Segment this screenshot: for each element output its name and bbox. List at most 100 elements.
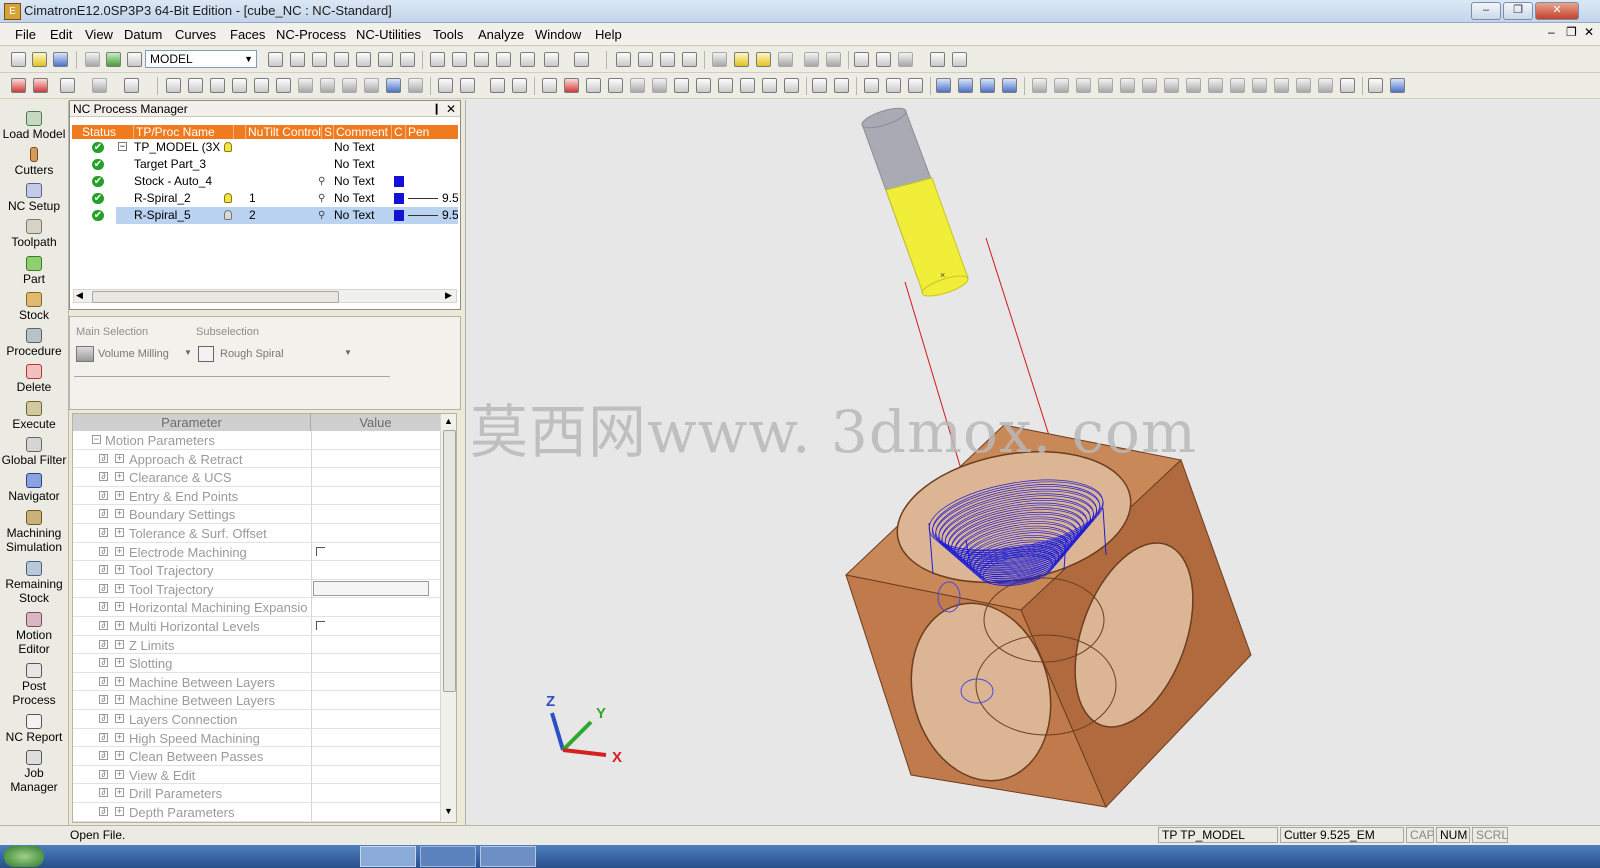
model-combo[interactable]: MODEL ▼ — [145, 50, 257, 68]
model-icon[interactable] — [127, 52, 142, 67]
minimize-button[interactable]: – — [1471, 2, 1501, 20]
view-bottom-icon[interactable] — [400, 52, 415, 67]
tree-row[interactable]: ✔ Stock - Auto_4 ⚲ No Text — [72, 173, 458, 190]
scroll-left-icon[interactable]: ◀ — [76, 290, 83, 301]
zoom-icon[interactable] — [474, 52, 489, 67]
annotate-icon[interactable] — [1390, 78, 1405, 93]
display-mode-icon[interactable] — [574, 52, 589, 67]
sidebar-item-job-manager[interactable]: Job Manager — [0, 750, 68, 794]
sketch-tool-11-icon[interactable] — [1252, 78, 1267, 93]
pin-icon[interactable]: ❙ — [432, 101, 441, 117]
scroll-down-icon[interactable]: ▼ — [444, 806, 453, 816]
solid-tool-12-icon[interactable] — [784, 78, 799, 93]
curve-tool-11-icon[interactable] — [386, 78, 401, 93]
parameter-checkbox[interactable] — [316, 621, 325, 630]
render-icon[interactable] — [520, 52, 535, 67]
restore-button[interactable]: ❐ — [1503, 2, 1533, 20]
parameter-row[interactable]: ∂ + Z Limits — [73, 635, 440, 655]
back-arrow-icon[interactable] — [804, 52, 819, 67]
parameter-row[interactable]: ∂ + Clearance & UCS — [73, 468, 440, 487]
column-header-nutilt[interactable]: NuTilt Control — [246, 125, 322, 139]
sketch-tool-15-icon[interactable] — [1340, 78, 1355, 93]
curve-tool-7-icon[interactable] — [298, 78, 313, 93]
solid-tool-6-icon[interactable] — [652, 78, 667, 93]
view-back-icon[interactable] — [378, 52, 393, 67]
expand-icon[interactable]: + — [115, 807, 124, 816]
parameter-row[interactable]: ∂ + Approach & Retract — [73, 449, 440, 469]
solid-tool-5-icon[interactable] — [630, 78, 645, 93]
solid-tool-10-icon[interactable] — [740, 78, 755, 93]
analysis-tool-2-icon[interactable] — [834, 78, 849, 93]
face-tool-1-icon[interactable] — [438, 78, 453, 93]
sidebar-item-post-process[interactable]: Post Process — [0, 663, 68, 707]
column-header-comment[interactable]: Comment — [334, 125, 392, 139]
snap-icon[interactable] — [898, 52, 913, 67]
sketch-tool-7-icon[interactable] — [1164, 78, 1179, 93]
tree-row[interactable]: ✔ − TP_MODEL (3X No Text — [72, 139, 458, 156]
close-icon[interactable]: ✕ — [446, 101, 456, 117]
mdi-close-icon[interactable]: ✕ — [1584, 25, 1594, 39]
expand-icon[interactable]: + — [115, 528, 124, 537]
subselection-dropdown[interactable]: Rough Spiral ▼ — [196, 344, 352, 364]
expand-icon[interactable]: + — [115, 732, 124, 742]
face-tool-3-icon[interactable] — [490, 78, 505, 93]
save-icon[interactable] — [53, 52, 68, 67]
parameter-row[interactable]: ∂ + Slotting — [73, 654, 440, 673]
sidebar-item-delete[interactable]: Delete — [0, 364, 68, 394]
clipboard-icon[interactable] — [930, 52, 945, 67]
open-file-icon[interactable] — [32, 52, 47, 67]
light-toggle-icon[interactable] — [756, 52, 771, 67]
curve-tool-6-icon[interactable] — [276, 78, 291, 93]
menu-window[interactable]: Window — [535, 27, 581, 42]
expand-icon[interactable]: + — [115, 639, 124, 649]
sketch-tool-13-icon[interactable] — [1296, 78, 1311, 93]
zoom-all-icon[interactable] — [430, 52, 445, 67]
parameter-row[interactable]: ∂ + View & Edit — [73, 765, 440, 785]
expand-icon[interactable]: + — [115, 472, 124, 482]
parameter-row[interactable]: ∂ + Entry & End Points — [73, 486, 440, 506]
collapse-icon[interactable]: − — [118, 142, 127, 151]
parameter-row[interactable]: ∂ + Machine Between Layers — [73, 691, 440, 710]
pen-color-swatch[interactable] — [394, 176, 404, 187]
sidebar-item-motion-editor[interactable]: Motion Editor — [0, 612, 68, 656]
expand-icon[interactable]: + — [115, 751, 124, 761]
set-icon[interactable] — [660, 52, 675, 67]
mdi-restore-icon[interactable]: ❐ — [1566, 25, 1577, 39]
menu-view[interactable]: View — [85, 27, 113, 42]
parameter-row[interactable]: ∂ + Boundary Settings — [73, 505, 440, 524]
solid-tool-1-icon[interactable] — [542, 78, 557, 93]
scroll-right-icon[interactable]: ▶ — [445, 290, 452, 301]
menu-datum[interactable]: Datum — [124, 27, 162, 42]
measure-icon[interactable] — [1368, 78, 1383, 93]
expand-icon[interactable]: + — [115, 565, 124, 575]
sketch-tool-9-icon[interactable] — [1208, 78, 1223, 93]
column-header-s[interactable]: S — [322, 125, 334, 139]
sidebar-item-stock[interactable]: Stock — [0, 292, 68, 322]
expand-icon[interactable]: + — [115, 453, 124, 463]
undo-icon[interactable] — [92, 78, 107, 93]
menu-nc-utilities[interactable]: NC-Utilities — [356, 27, 421, 42]
parameter-row[interactable]: ∂ + Tolerance & Surf. Offset — [73, 524, 440, 543]
expand-icon[interactable]: + — [115, 509, 124, 519]
rotate-icon[interactable] — [124, 78, 139, 93]
forward-arrow-icon[interactable] — [826, 52, 841, 67]
parameter-checkbox[interactable] — [316, 546, 325, 556]
select-icon[interactable] — [60, 78, 75, 93]
refresh-icon[interactable] — [106, 52, 121, 67]
view-right-icon[interactable] — [334, 52, 349, 67]
menu-analyze[interactable]: Analyze — [478, 27, 524, 42]
analysis-tool-4-icon[interactable] — [886, 78, 901, 93]
parameter-row[interactable]: ∂ + Layers Connection — [73, 710, 440, 729]
expand-icon[interactable]: + — [115, 788, 124, 798]
analysis-tool-1-icon[interactable] — [812, 78, 827, 93]
sketch-tool-4-icon[interactable] — [1098, 78, 1113, 93]
sketch-tool-8-icon[interactable] — [1186, 78, 1201, 93]
expand-icon[interactable]: + — [115, 546, 124, 556]
sketch-tool-10-icon[interactable] — [1230, 78, 1245, 93]
view-icon[interactable] — [85, 52, 100, 67]
sidebar-item-load-model[interactable]: Load Model — [0, 111, 68, 141]
parameter-row[interactable]: ∂ + Clean Between Passes — [73, 747, 440, 766]
datum-tool-3-icon[interactable] — [980, 78, 995, 93]
curve-tool-12-icon[interactable] — [408, 78, 423, 93]
sketch-tool-3-icon[interactable] — [1076, 78, 1091, 93]
